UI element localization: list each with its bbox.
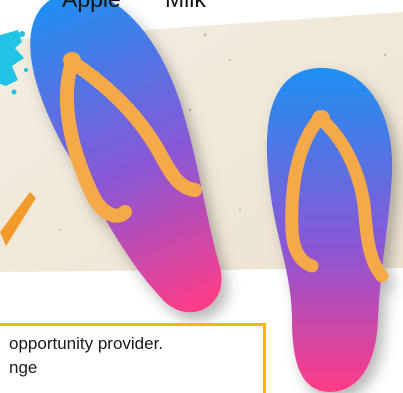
info-line-1: opportunity provider. (9, 334, 164, 353)
info-text-box: opportunity provider. nge (0, 323, 266, 393)
info-line-2: nge (9, 358, 38, 377)
slide-canvas: Apple Milk (0, 0, 403, 393)
label-milk: Milk (165, 0, 206, 13)
label-apple: Apple (62, 0, 121, 13)
